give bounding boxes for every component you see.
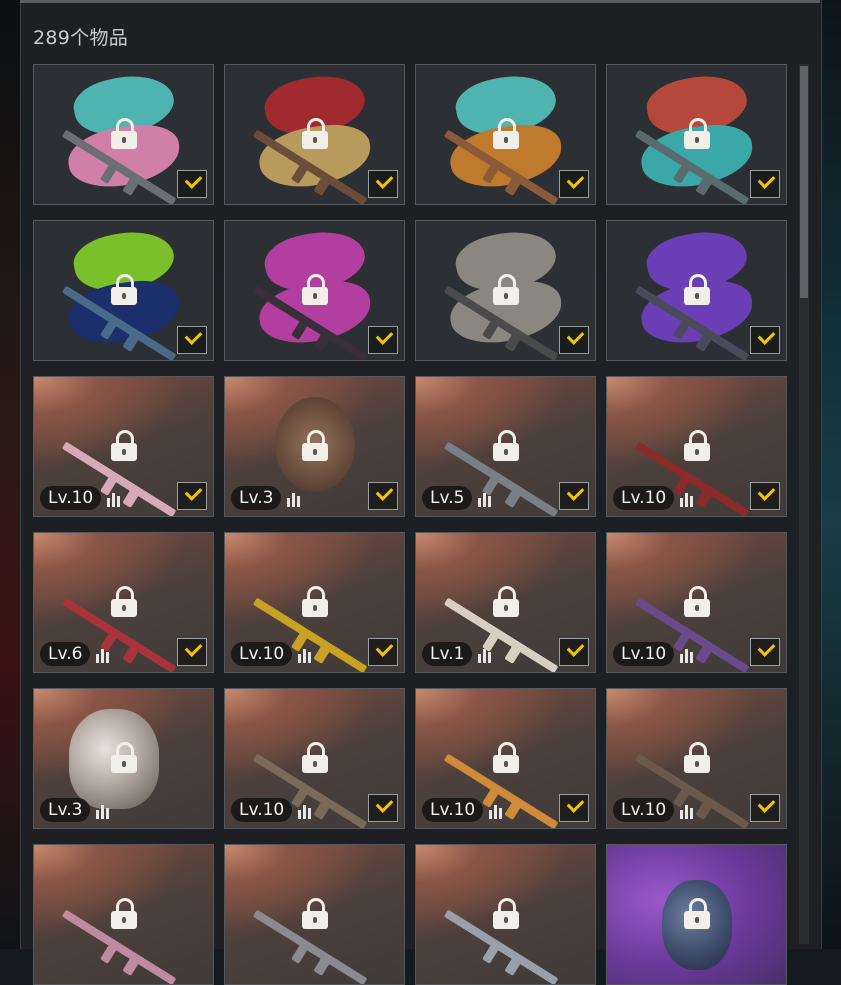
item-tile[interactable]: Lv.10 xyxy=(606,376,787,517)
level-badge: Lv.10 xyxy=(613,798,675,822)
background-left-edge xyxy=(0,0,22,949)
item-count-label: 289个物品 xyxy=(33,27,129,49)
item-tile[interactable] xyxy=(224,844,405,985)
checkbox-checked[interactable] xyxy=(368,326,398,354)
checkbox-checked[interactable] xyxy=(177,170,207,198)
lock-icon xyxy=(301,897,328,929)
checkbox-checked[interactable] xyxy=(750,326,780,354)
checkbox-checked[interactable] xyxy=(368,170,398,198)
lock-icon xyxy=(110,273,137,305)
checkbox-checked[interactable] xyxy=(750,170,780,198)
item-tile[interactable]: Lv.1 xyxy=(415,532,596,673)
checkbox-checked[interactable] xyxy=(368,794,398,822)
level-badge: Lv.10 xyxy=(422,798,484,822)
lock-icon xyxy=(301,273,328,305)
upgrade-bars-icon xyxy=(96,647,110,663)
lock-icon xyxy=(301,741,328,773)
item-tile[interactable] xyxy=(606,220,787,361)
item-tile[interactable]: Lv.10 xyxy=(606,532,787,673)
lock-icon xyxy=(492,273,519,305)
level-badge: Lv.3 xyxy=(40,798,91,822)
upgrade-bars-icon xyxy=(478,647,492,663)
checkbox-checked[interactable] xyxy=(368,482,398,510)
level-badge: Lv.10 xyxy=(613,642,675,666)
checkbox-checked[interactable] xyxy=(750,638,780,666)
lock-icon xyxy=(683,429,710,461)
level-badge: Lv.6 xyxy=(40,642,91,666)
item-tile[interactable]: Lv.10 xyxy=(224,688,405,829)
checkbox-checked[interactable] xyxy=(559,482,589,510)
lock-icon xyxy=(110,429,137,461)
item-tile[interactable] xyxy=(33,844,214,985)
item-tile[interactable]: Lv.6 xyxy=(33,532,214,673)
checkbox-checked[interactable] xyxy=(177,638,207,666)
item-tile[interactable]: Lv.5 xyxy=(415,376,596,517)
level-badge: Lv.1 xyxy=(422,642,473,666)
level-badge: Lv.10 xyxy=(231,642,293,666)
lock-icon xyxy=(492,585,519,617)
upgrade-bars-icon xyxy=(298,803,312,819)
lock-icon xyxy=(301,117,328,149)
lock-icon xyxy=(492,117,519,149)
checkbox-checked[interactable] xyxy=(559,326,589,354)
upgrade-bars-icon xyxy=(680,491,694,507)
item-tile[interactable] xyxy=(33,64,214,205)
lock-icon xyxy=(110,117,137,149)
checkbox-checked[interactable] xyxy=(177,482,207,510)
lock-icon xyxy=(110,897,137,929)
lock-icon xyxy=(492,741,519,773)
item-tile[interactable]: Lv.3 xyxy=(33,688,214,829)
upgrade-bars-icon xyxy=(287,491,301,507)
lock-icon xyxy=(301,429,328,461)
upgrade-bars-icon xyxy=(96,803,110,819)
item-tile[interactable] xyxy=(415,64,596,205)
item-tile[interactable]: Lv.10 xyxy=(224,532,405,673)
item-tile[interactable] xyxy=(224,220,405,361)
panel-top-border xyxy=(20,0,820,3)
level-badge: Lv.3 xyxy=(231,486,282,510)
item-tile[interactable]: Lv.10 xyxy=(606,688,787,829)
item-tile[interactable]: Lv.10 xyxy=(33,376,214,517)
lock-icon xyxy=(301,585,328,617)
item-tile[interactable] xyxy=(415,844,596,985)
checkbox-checked[interactable] xyxy=(368,638,398,666)
upgrade-bars-icon xyxy=(680,647,694,663)
level-badge: Lv.10 xyxy=(613,486,675,510)
lock-icon xyxy=(683,117,710,149)
checkbox-checked[interactable] xyxy=(559,638,589,666)
level-badge: Lv.10 xyxy=(40,486,102,510)
lock-icon xyxy=(683,897,710,929)
checkbox-checked[interactable] xyxy=(750,794,780,822)
lock-icon xyxy=(110,741,137,773)
lock-icon xyxy=(683,585,710,617)
upgrade-bars-icon xyxy=(107,491,121,507)
checkbox-checked[interactable] xyxy=(750,482,780,510)
upgrade-bars-icon xyxy=(478,491,492,507)
checkbox-checked[interactable] xyxy=(559,170,589,198)
item-tile[interactable]: Lv.3 xyxy=(224,376,405,517)
lock-icon xyxy=(683,741,710,773)
lock-icon xyxy=(492,897,519,929)
item-tile[interactable] xyxy=(33,220,214,361)
upgrade-bars-icon xyxy=(298,647,312,663)
item-tile[interactable] xyxy=(415,220,596,361)
level-badge: Lv.5 xyxy=(422,486,473,510)
lock-icon xyxy=(683,273,710,305)
item-tile[interactable] xyxy=(224,64,405,205)
item-tile[interactable]: Lv.10 xyxy=(415,688,596,829)
checkbox-checked[interactable] xyxy=(559,794,589,822)
level-badge: Lv.10 xyxy=(231,798,293,822)
lock-icon xyxy=(110,585,137,617)
checkbox-checked[interactable] xyxy=(177,326,207,354)
upgrade-bars-icon xyxy=(680,803,694,819)
lock-icon xyxy=(492,429,519,461)
item-tile[interactable] xyxy=(606,64,787,205)
scrollbar-thumb[interactable] xyxy=(800,66,808,298)
upgrade-bars-icon xyxy=(489,803,503,819)
item-tile[interactable] xyxy=(606,844,787,985)
